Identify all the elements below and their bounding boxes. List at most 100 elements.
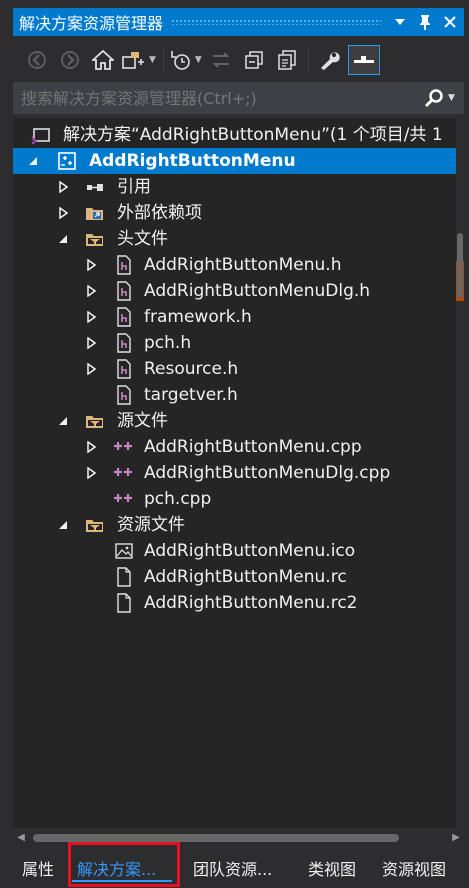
- header-file-icon: [114, 281, 134, 301]
- cpp-project-icon: [57, 151, 77, 171]
- tree-item-r1[interactable]: AddRightButtonMenu.ico: [13, 538, 464, 564]
- close-icon[interactable]: [439, 11, 461, 33]
- preview-selected-items-icon[interactable]: [347, 45, 380, 75]
- window-title: 解决方案资源管理器: [19, 14, 164, 33]
- tree-item-label: AddRightButtonMenu: [89, 151, 296, 171]
- tree-item-h2[interactable]: AddRightButtonMenuDlg.h: [13, 278, 464, 304]
- tree-item-label: AddRightButtonMenu.h: [144, 255, 342, 275]
- expanded-arrow-icon[interactable]: [27, 148, 39, 174]
- forward-icon[interactable]: [56, 45, 84, 75]
- scroll-right-icon[interactable]: ▶: [448, 832, 464, 843]
- search-options-icon[interactable]: ▼: [448, 93, 464, 103]
- image-file-icon: [114, 541, 134, 561]
- collapsed-arrow-icon[interactable]: [85, 330, 97, 356]
- vertical-scroll-thumb[interactable]: [457, 233, 463, 298]
- tab-resource-view[interactable]: 资源视图: [382, 848, 446, 888]
- tree-item-h4[interactable]: pch.h: [13, 330, 464, 356]
- filter-folder-icon: [85, 515, 105, 535]
- tree-item-label: AddRightButtonMenu.ico: [144, 541, 356, 561]
- tree-item-label: pch.h: [144, 333, 192, 353]
- sync-active-document-icon[interactable]: [207, 45, 235, 75]
- horizontal-scroll-track[interactable]: [29, 832, 448, 842]
- tree-item-c1[interactable]: AddRightButtonMenu.cpp: [13, 434, 464, 460]
- home-icon[interactable]: [89, 45, 117, 75]
- tree-item-h3[interactable]: framework.h: [13, 304, 464, 330]
- toolbar-separator: [162, 47, 164, 73]
- cpp-file-icon: [114, 489, 134, 509]
- filter-folder-icon: [85, 411, 105, 431]
- tree-item-external-deps[interactable]: 外部依赖项: [13, 200, 464, 226]
- tree-item-source-files[interactable]: 源文件: [13, 408, 464, 434]
- pending-changes-filter-icon[interactable]: ▼: [170, 45, 202, 75]
- search-bar[interactable]: ▼: [13, 82, 464, 114]
- tree-item-label: 外部依赖项: [117, 203, 202, 223]
- pin-icon[interactable]: [414, 11, 436, 33]
- cpp-file-icon: [114, 437, 134, 457]
- expanded-arrow-icon[interactable]: [57, 512, 69, 538]
- tree-item-header-files[interactable]: 头文件: [13, 226, 464, 252]
- collapsed-arrow-icon[interactable]: [57, 200, 69, 226]
- show-all-files-icon[interactable]: [273, 45, 301, 75]
- tree-item-resource-files[interactable]: 资源文件: [13, 512, 464, 538]
- tree-item-label: AddRightButtonMenu.cpp: [144, 437, 362, 457]
- tree-item-h1[interactable]: AddRightButtonMenu.h: [13, 252, 464, 278]
- tree-item-c3[interactable]: pch.cpp: [13, 486, 464, 512]
- dropdown-icon[interactable]: [389, 11, 411, 33]
- toolbar-separator: [307, 47, 309, 73]
- search-input[interactable]: [13, 88, 420, 108]
- references-icon: [85, 177, 105, 197]
- right-edge: [464, 0, 469, 848]
- external-dependencies-icon: [85, 203, 105, 223]
- tree-item-label: 解决方案“AddRightButtonMenu”(1 个项目/共 1: [63, 125, 443, 145]
- collapsed-arrow-icon[interactable]: [85, 460, 97, 486]
- vertical-scrollbar[interactable]: [456, 118, 464, 828]
- tab-team-explorer[interactable]: 团队资源...: [193, 848, 272, 888]
- tree-item-references[interactable]: 引用: [13, 174, 464, 200]
- tree-item-label: framework.h: [144, 307, 252, 327]
- collapsed-arrow-icon[interactable]: [85, 278, 97, 304]
- horizontal-scroll-thumb[interactable]: [33, 834, 399, 842]
- expanded-arrow-icon[interactable]: [57, 408, 69, 434]
- drag-grip[interactable]: [171, 19, 381, 25]
- tree-item-h6[interactable]: targetver.h: [13, 382, 464, 408]
- tree-item-label: 源文件: [117, 411, 168, 431]
- tree-item-label: 资源文件: [117, 515, 185, 535]
- properties-wrench-icon[interactable]: [315, 45, 343, 75]
- title-bar[interactable]: 解决方案资源管理器: [13, 8, 464, 36]
- tree-item-label: AddRightButtonMenuDlg.cpp: [144, 463, 391, 483]
- tab-class-view[interactable]: 类视图: [308, 848, 356, 888]
- resource-file-icon: [114, 593, 134, 613]
- expanded-arrow-icon[interactable]: [57, 226, 69, 252]
- resource-file-icon: [114, 567, 134, 587]
- collapsed-arrow-icon[interactable]: [57, 174, 69, 200]
- tree-item-label: 引用: [117, 177, 151, 197]
- solution-tree: 解决方案“AddRightButtonMenu”(1 个项目/共 1 AddRig…: [13, 118, 464, 828]
- search-icon[interactable]: [420, 88, 448, 108]
- header-file-icon: [114, 359, 134, 379]
- collapse-all-icon[interactable]: [240, 45, 268, 75]
- tree-item-solution[interactable]: 解决方案“AddRightButtonMenu”(1 个项目/共 1: [13, 122, 464, 148]
- collapsed-arrow-icon[interactable]: [85, 434, 97, 460]
- back-icon[interactable]: [23, 45, 51, 75]
- header-file-icon: [114, 333, 134, 353]
- collapsed-arrow-icon[interactable]: [85, 252, 97, 278]
- tree-item-h5[interactable]: Resource.h: [13, 356, 464, 382]
- tree-item-project[interactable]: AddRightButtonMenu: [13, 148, 464, 174]
- tree-item-r2[interactable]: AddRightButtonMenu.rc: [13, 564, 464, 590]
- solution-explorer-window: 解决方案资源管理器 ▼ ▼ 搜索解决方案资源管理器(Ctrl+;) ▼ 解决方案…: [0, 0, 469, 888]
- header-file-icon: [114, 307, 134, 327]
- tab-properties[interactable]: 属性: [22, 848, 54, 888]
- collapsed-arrow-icon[interactable]: [85, 356, 97, 382]
- filter-folder-icon: [85, 229, 105, 249]
- tree-item-c2[interactable]: AddRightButtonMenuDlg.cpp: [13, 460, 464, 486]
- toolbar: ▼ ▼: [13, 40, 464, 80]
- tree-item-r3[interactable]: AddRightButtonMenu.rc2: [13, 590, 464, 616]
- tree-item-label: AddRightButtonMenuDlg.h: [144, 281, 371, 301]
- solution-icon: [31, 125, 51, 145]
- scroll-left-icon[interactable]: ◀: [13, 832, 29, 843]
- tree-item-label: targetver.h: [144, 385, 238, 405]
- switch-views-icon[interactable]: ▼: [122, 45, 156, 75]
- collapsed-arrow-icon[interactable]: [85, 304, 97, 330]
- header-file-icon: [114, 385, 134, 405]
- tree-item-label: 头文件: [117, 229, 168, 249]
